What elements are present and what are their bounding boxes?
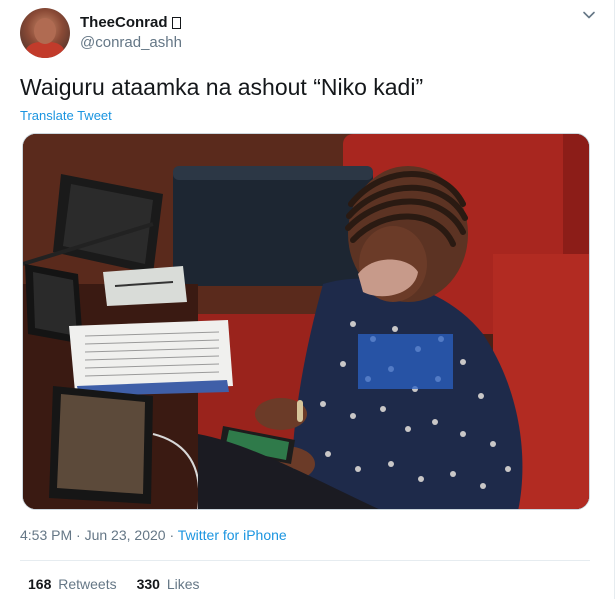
user-info[interactable]: TheeConrad @conrad_ashh (80, 13, 182, 53)
display-name-text: TheeConrad (80, 14, 168, 31)
unrendered-glyph-box-icon (171, 17, 181, 29)
tweet-photo[interactable] (22, 133, 590, 510)
tweet-time[interactable]: 4:53 PM (20, 527, 72, 543)
tweet-stats: 168 Retweets 330 Likes (28, 576, 220, 592)
display-name[interactable]: TheeConrad (80, 13, 182, 33)
retweets-count: 168 (28, 576, 52, 592)
tweet-source-link[interactable]: Twitter for iPhone (178, 527, 287, 543)
translate-tweet-link[interactable]: Translate Tweet (20, 108, 112, 123)
retweets-label: Retweets (58, 576, 117, 592)
meta-separator: · (169, 527, 178, 543)
likes-label: Likes (166, 576, 200, 592)
user-handle[interactable]: @conrad_ashh (80, 33, 182, 53)
tweet-meta: 4:53 PM · Jun 23, 2020 · Twitter for iPh… (20, 527, 287, 543)
retweets-stat[interactable]: 168 Retweets (28, 576, 117, 592)
divider (20, 560, 590, 561)
likes-stat[interactable]: 330 Likes (137, 576, 200, 592)
more-options-button[interactable] (578, 4, 600, 26)
meta-separator: · (76, 527, 85, 543)
avatar[interactable] (20, 8, 70, 58)
likes-count: 330 (136, 576, 160, 592)
tweet-card: TheeConrad @conrad_ashh Waiguru ataamka … (0, 0, 615, 599)
tweet-text: Waiguru ataamka na ashout “Niko kadi” (20, 74, 424, 100)
tweet-header: TheeConrad @conrad_ashh (20, 8, 598, 58)
avatar-face (34, 18, 56, 44)
parliament-photo (23, 134, 589, 509)
chevron-down-icon (583, 11, 595, 19)
avatar-shirt (26, 42, 64, 58)
tweet-date[interactable]: Jun 23, 2020 (85, 527, 166, 543)
